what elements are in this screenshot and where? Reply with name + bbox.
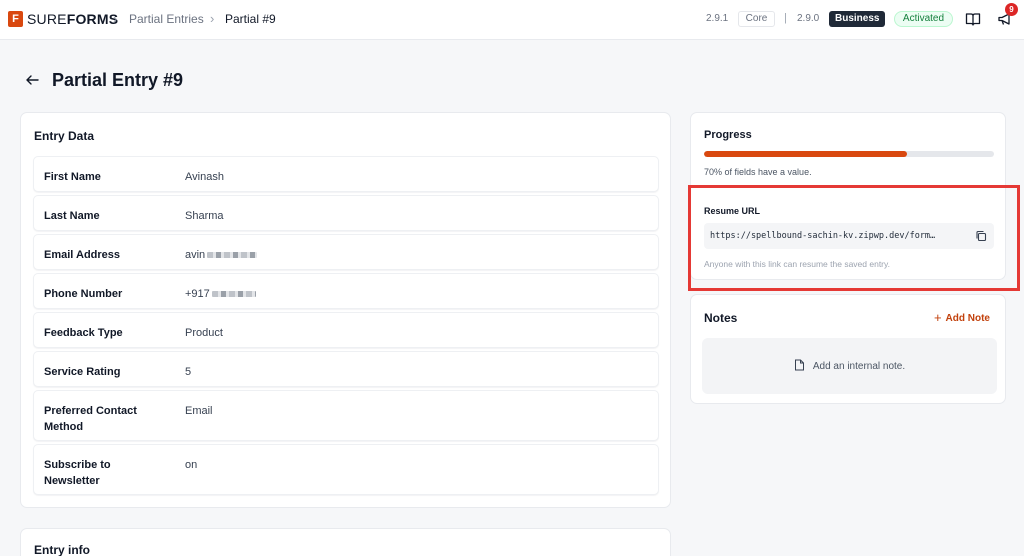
logo-forms: FORMS bbox=[66, 11, 119, 27]
phone-visible-part: +917 bbox=[185, 288, 210, 300]
breadcrumb-partial-entries[interactable]: Partial Entries bbox=[129, 12, 204, 26]
email-visible-part: avin bbox=[185, 249, 206, 261]
entry-data-list: First Name Avinash Last Name Sharma Emai… bbox=[33, 156, 659, 498]
notes-empty-state[interactable]: Add an internal note. bbox=[702, 338, 997, 394]
top-bar: F SUREFORMS › Partial Entries › Partial … bbox=[0, 0, 1024, 40]
core-version: 2.9.1 bbox=[706, 13, 729, 24]
highlight-annotation bbox=[688, 185, 1020, 291]
entry-row-service-rating: Service Rating 5 bbox=[33, 351, 659, 387]
field-label: Phone Number bbox=[44, 288, 123, 300]
field-label: Service Rating bbox=[44, 366, 121, 378]
sureforms-logo-icon[interactable]: F bbox=[8, 11, 23, 27]
entry-row-feedback-type: Feedback Type Product bbox=[33, 312, 659, 348]
logo-sure: SURE bbox=[27, 11, 67, 27]
field-value: Sharma bbox=[185, 210, 224, 222]
entry-info-title: Entry info bbox=[34, 543, 90, 556]
field-label: Feedback Type bbox=[44, 327, 123, 339]
arrow-left-icon[interactable] bbox=[24, 72, 40, 88]
entry-row-email: Email Address avin bbox=[33, 234, 659, 270]
sureforms-logo[interactable]: SUREFORMS bbox=[27, 11, 118, 27]
field-value: avin bbox=[185, 247, 258, 263]
add-note-button[interactable]: + Add Note bbox=[933, 310, 990, 325]
progress-bar-fill bbox=[704, 151, 907, 157]
entry-row-phone: Phone Number +917 bbox=[33, 273, 659, 309]
field-label: Email Address bbox=[44, 249, 121, 261]
add-note-label: Add Note bbox=[945, 313, 990, 324]
notes-title: Notes bbox=[704, 311, 738, 325]
field-value: Product bbox=[185, 327, 223, 339]
book-icon[interactable] bbox=[965, 11, 981, 27]
entry-row-contact-method: Preferred Contact Method Email bbox=[33, 390, 659, 441]
notes-empty-text: Add an internal note. bbox=[812, 361, 906, 372]
field-label: Preferred Contact Method bbox=[44, 405, 137, 433]
core-tag: Core bbox=[738, 11, 775, 27]
field-label: Last Name bbox=[44, 210, 100, 222]
pro-version: 2.9.0 bbox=[797, 13, 820, 24]
plus-icon: + bbox=[933, 310, 942, 325]
notes-card: Notes + Add Note Add an internal note. bbox=[690, 294, 1006, 404]
entry-data-card: Entry Data First Name Avinash Last Name … bbox=[20, 112, 671, 508]
progress-bar bbox=[704, 151, 994, 157]
chevron-right-icon: › bbox=[210, 11, 215, 26]
progress-title: Progress bbox=[704, 129, 752, 141]
notification-badge: 9 bbox=[1005, 3, 1018, 16]
progress-text: 70% of fields have a value. bbox=[704, 167, 812, 177]
entry-info-card: Entry info bbox=[20, 528, 671, 556]
field-value: 5 bbox=[185, 366, 192, 378]
page-title: Partial Entry #9 bbox=[52, 70, 184, 90]
chevron-right-icon: › bbox=[113, 11, 118, 26]
plan-badge: Business bbox=[829, 11, 885, 27]
version-divider: | bbox=[784, 12, 787, 24]
field-value: +917 bbox=[185, 286, 256, 302]
field-label: First Name bbox=[44, 171, 101, 183]
field-label: Subscribe to Newsletter bbox=[44, 459, 111, 487]
breadcrumb-current: Partial #9 bbox=[225, 12, 276, 26]
entry-row-newsletter: Subscribe to Newsletter on bbox=[33, 444, 659, 495]
field-value: Email bbox=[185, 405, 213, 417]
redacted-phone bbox=[211, 291, 256, 298]
field-value: Avinash bbox=[185, 171, 224, 183]
redacted-email bbox=[207, 252, 258, 259]
entry-row-first-name: First Name Avinash bbox=[33, 156, 659, 192]
entry-data-title: Entry Data bbox=[34, 129, 95, 143]
license-status-badge: Activated bbox=[894, 11, 953, 27]
note-icon bbox=[794, 359, 804, 371]
field-value: on bbox=[185, 459, 198, 471]
entry-row-last-name: Last Name Sharma bbox=[33, 195, 659, 231]
